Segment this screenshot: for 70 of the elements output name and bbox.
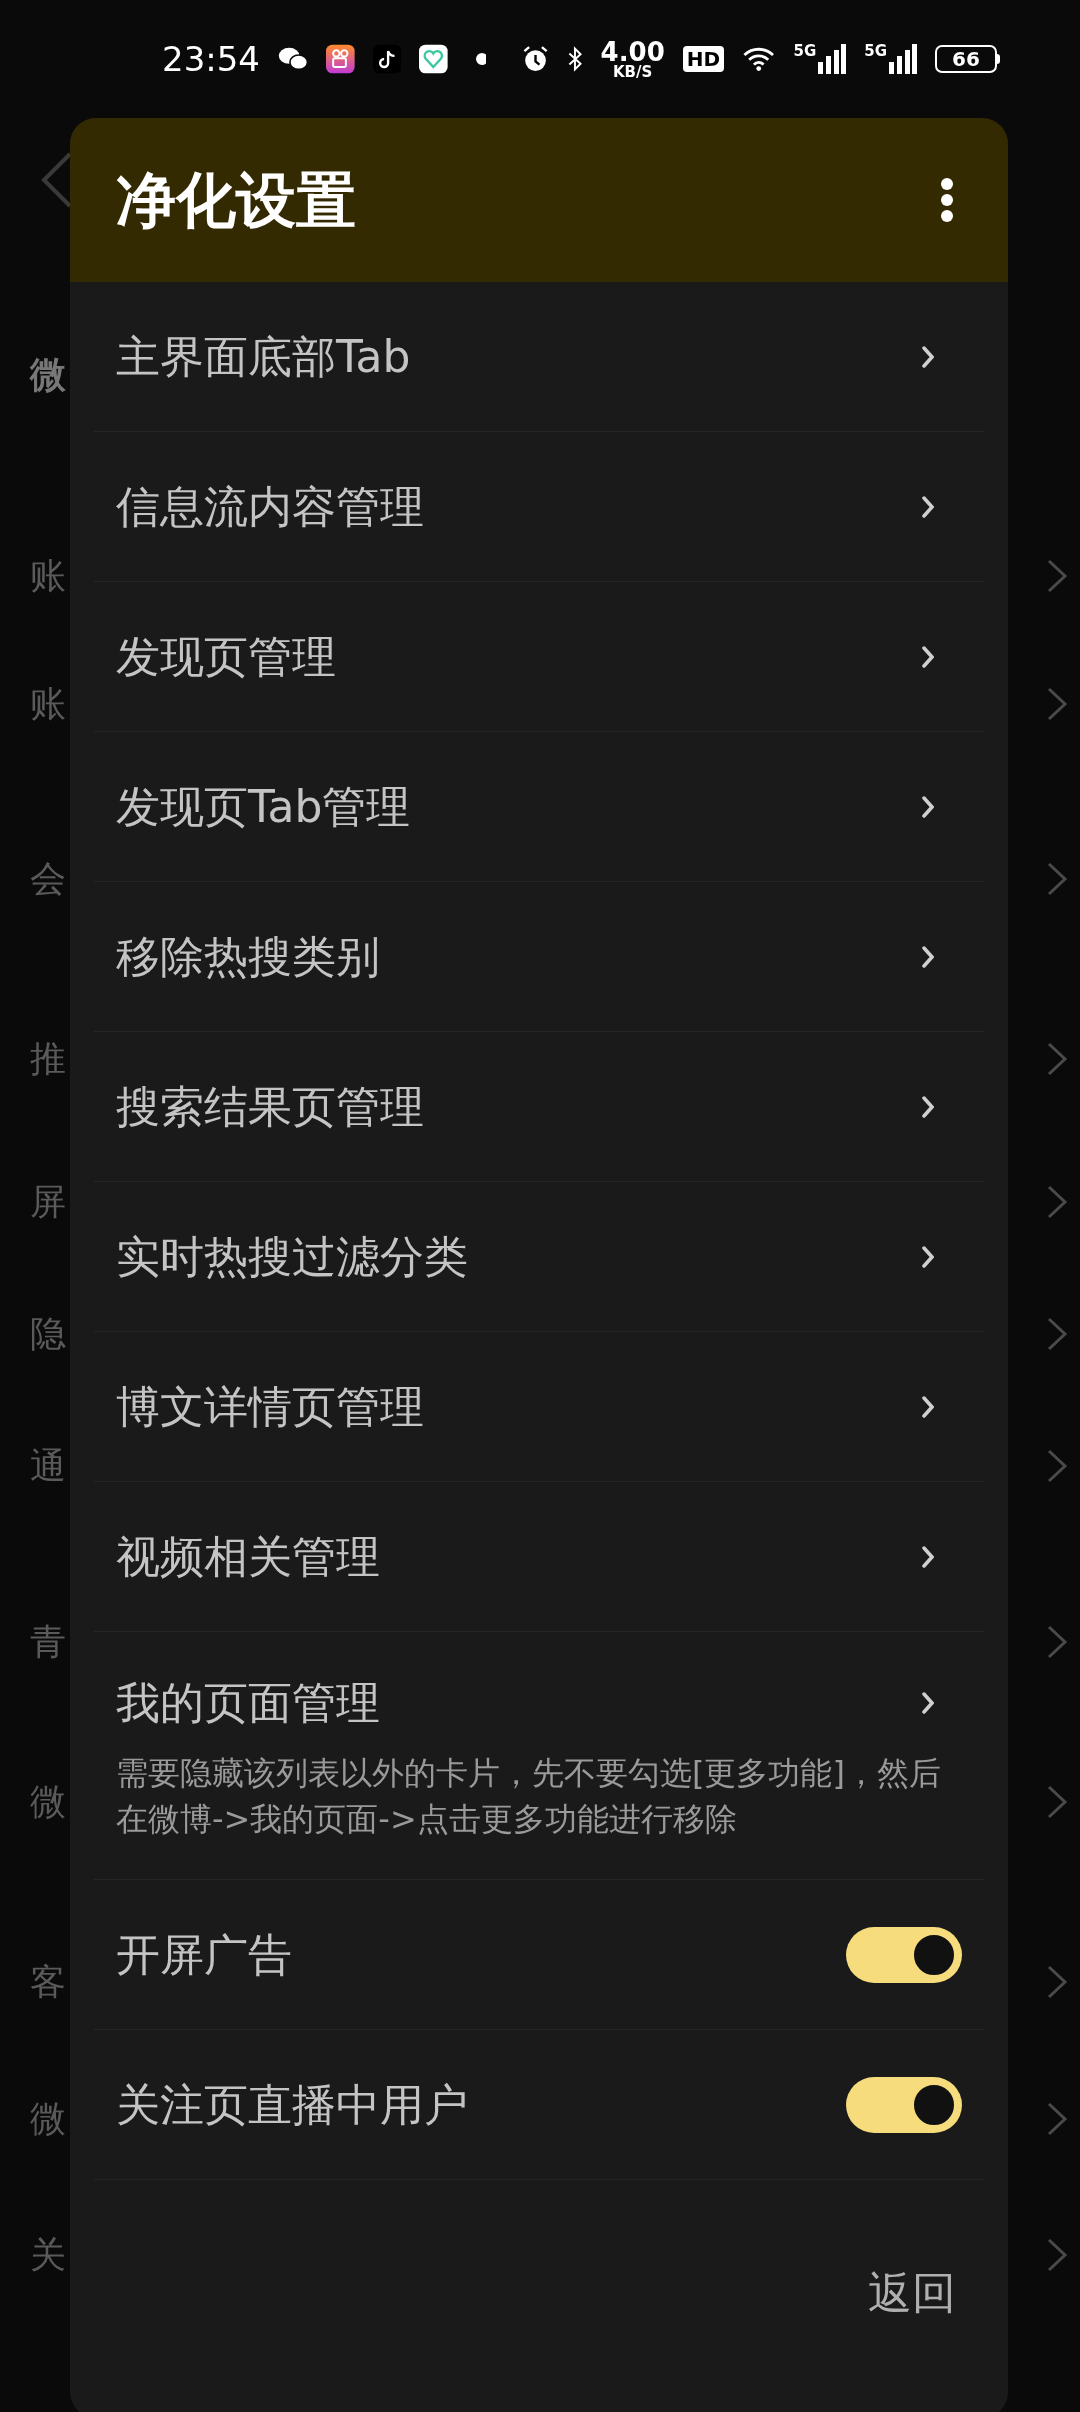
chevron-right-icon [1046,1624,1068,1660]
menu-label: 信息流内容管理 [116,479,424,534]
setting-label: 通 [30,1444,66,1488]
network-speed: 4.00 [600,38,665,65]
chevron-right-icon [1046,2237,1068,2273]
setting-label: 账 [30,554,66,598]
toggle-label: 关注页直播中用户 [116,2077,468,2132]
signal-icon [889,44,917,74]
chevron-right-icon [922,795,934,818]
menu-row[interactable]: 发现页Tab管理 [94,732,984,882]
chevron-right-icon [922,495,934,518]
menu-label: 视频相关管理 [116,1529,380,1584]
setting-label: 推 [30,1037,66,1081]
chevron-right-icon [922,1691,934,1714]
menu-label: 搜索结果页管理 [116,1079,424,1134]
menu-label: 发现页管理 [116,629,336,684]
signal-icon [818,44,847,74]
toggle-label: 开屏广告 [116,1927,292,1982]
menu-label: 我的页面管理 [116,1675,380,1730]
setting-label: 关 [30,2233,66,2277]
chevron-right-icon [1046,1964,1068,2000]
chevron-right-icon [1046,1316,1068,1352]
chevron-right-icon [1046,558,1068,594]
menu-label: 发现页Tab管理 [116,779,411,834]
chevron-right-icon [1046,1784,1068,1820]
chevron-right-icon [1046,2101,1068,2137]
setting-label: 会 [30,857,66,901]
hd-badge: HD [682,46,725,72]
setting-label: 屏 [30,1180,66,1224]
more-options-icon[interactable] [940,178,954,222]
battery-level: 66 [952,49,980,69]
setting-label: 微 [30,1780,66,1824]
chevron-right-icon [922,1545,934,1568]
menu-row[interactable]: 主界面底部Tab [94,282,984,432]
chevron-right-icon [1046,1184,1068,1220]
chevron-right-icon [922,945,934,968]
setting-label: 客 [30,1960,66,2004]
chevron-right-icon [922,1395,934,1418]
network-type: 5G [864,44,887,59]
menu-row[interactable]: 实时热搜过滤分类 [94,1182,984,1332]
menu-row[interactable]: 信息流内容管理 [94,432,984,582]
status-time: 23:54 [162,37,260,81]
setting-label: 青 [30,1620,66,1664]
setting-label: 账 [30,682,66,726]
setting-label: 微 [30,353,66,397]
chevron-right-icon [1046,861,1068,897]
network-type: 5G [793,44,817,59]
menu-label: 实时热搜过滤分类 [116,1229,468,1284]
menu-row[interactable]: 移除热搜类别 [94,882,984,1032]
menu-row[interactable]: 发现页管理 [94,582,984,732]
menu-row[interactable]: 博文详情页管理 [94,1332,984,1482]
back-button[interactable]: 返回 [864,2260,960,2326]
chevron-right-icon [922,1095,934,1118]
menu-label: 主界面底部Tab [116,329,411,384]
chevron-right-icon [922,1245,934,1268]
chevron-right-icon [1046,686,1068,722]
speed-unit: KB/S [613,64,653,80]
menu-label: 移除热搜类别 [116,929,380,984]
chevron-right-icon [922,645,934,668]
menu-label: 博文详情页管理 [116,1379,424,1434]
menu-row[interactable]: 我的页面管理 需要隐藏该列表以外的卡片，先不要勾选[更多功能]，然后在微博->我的页面->点击更多功能进行移除 [94,1632,984,1880]
chevron-right-icon [1046,1041,1068,1077]
setting-label: 微 [30,2097,66,2141]
chevron-right-icon [922,345,934,368]
setting-label: 隐 [30,1312,66,1356]
menu-row[interactable]: 搜索结果页管理 [94,1032,984,1182]
chevron-right-icon [1046,1448,1068,1484]
menu-description: 需要隐藏该列表以外的卡片，先不要勾选[更多功能]，然后在微博->我的页面->点击更多功能进行移除 [116,1752,942,1840]
menu-row[interactable]: 视频相关管理 [94,1482,984,1632]
dialog-title: 净化设置 [116,164,356,237]
